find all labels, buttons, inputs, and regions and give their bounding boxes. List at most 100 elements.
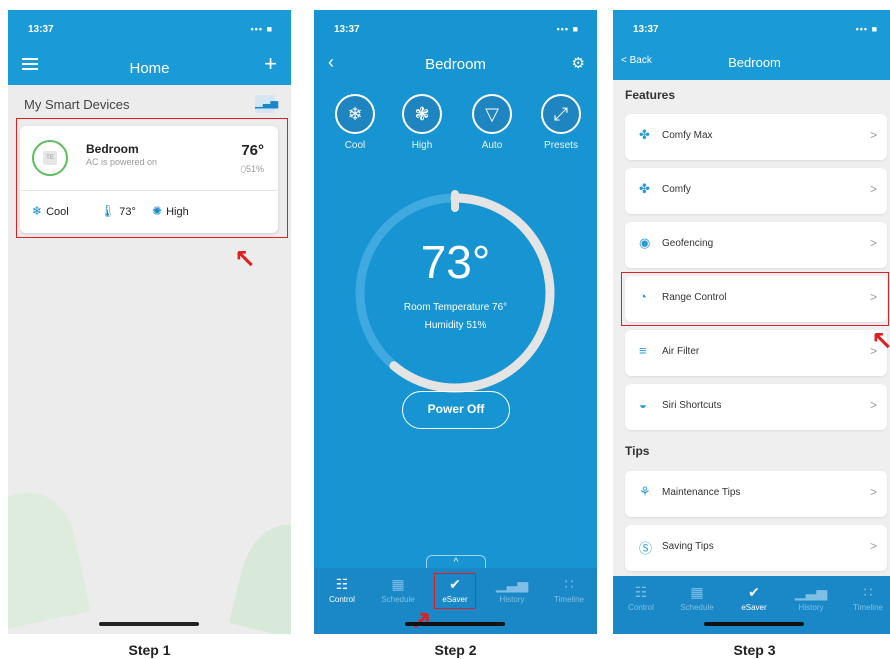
status-time: 13:37 [28,24,54,35]
add-device-button[interactable]: + [264,53,277,75]
chevron-right-icon: > [869,398,877,412]
page-title: Home [129,60,170,77]
step1-screen: 13:37 ••• ■ Home + My Smart Devices ▁▃▅ … [8,10,291,634]
tab-label: eSaver [741,603,767,612]
feature-label: Comfy [662,184,691,195]
tab-control[interactable]: ☷ Control [314,576,370,604]
leaf-decoration [228,515,291,634]
app-header: 13:37 ••• ■ ‹ Bedroom ⚙ [314,10,597,85]
tab-label: Schedule [381,595,415,604]
step2-screen: 13:37 ••• ■ ‹ Bedroom ⚙ ❄ Cool ❃ High ▽ … [314,10,597,634]
bar-chart-icon: ▁▃▅ [794,584,828,600]
tab-esaver[interactable]: ✔ eSaver [726,584,782,612]
mode-cool-button[interactable]: ❄ Cool [330,94,380,151]
tab-label: History [499,595,525,604]
temperature-dial[interactable] [350,188,560,398]
tip-label: Saving Tips [662,541,714,552]
dial-knob[interactable] [451,190,459,212]
section-title: My Smart Devices [24,97,130,112]
gear-icon[interactable]: ⚙ [572,54,585,72]
feature-air-filter[interactable]: ≡ Air Filter > [625,330,887,376]
tab-timeline[interactable]: ∷ Timeline [541,576,597,604]
wrench-icon: ⚘ [639,484,651,499]
presets-button[interactable]: ⤢ Presets [536,94,586,151]
timeline-icon: ∷ [863,584,873,600]
fan-icon: ✤ [639,127,650,142]
tab-label: Timeline [554,595,584,604]
chevron-right-icon: > [869,539,877,553]
mode-label: Cool [344,140,366,151]
tab-history[interactable]: ▁▃▅ History [484,576,540,604]
tip-maintenance[interactable]: ⚘ Maintenance Tips > [625,471,887,517]
snowflake-icon: ❄ [335,94,375,134]
tab-history[interactable]: ▁▃▅ History [783,584,839,612]
siri-icon: ◒ [639,397,647,412]
timeline-icon: ∷ [564,576,574,592]
mode-label: High [411,140,433,151]
feature-comfy[interactable]: ✤ Comfy > [625,168,887,214]
location-pin-icon: ◉ [639,235,651,250]
mode-label: Auto [481,140,503,151]
chevron-right-icon: > [869,236,877,250]
features-heading: Features [625,88,676,102]
tab-timeline[interactable]: ∷ Timeline [840,584,890,612]
setpoint-temperature: 73° [420,236,491,288]
page-title: Bedroom [425,56,486,73]
feature-label: Geofencing [662,238,714,249]
step-label: Step 3 [733,642,776,658]
highlight-box [16,118,288,238]
signal-battery-icon: ••• ■ [855,24,878,34]
bar-chart-icon: ▁▃▅ [495,576,529,592]
pointer-arrow: ↗ [410,606,432,634]
pointer-arrow: ↖ [234,244,256,274]
status-bar: 13:37 ••• ■ [8,10,291,46]
room-humidity: Humidity 51% [424,320,487,331]
presets-icon: ⤢ [541,94,581,134]
step-label: Step 2 [434,642,477,658]
feature-siri-shortcuts[interactable]: ◒ Siri Shortcuts > [625,384,887,430]
home-indicator [99,622,199,626]
tip-saving[interactable]: Ⓢ Saving Tips > [625,525,887,571]
mode-auto-button[interactable]: ▽ Auto [467,94,517,151]
fan-high-button[interactable]: ❃ High [397,94,447,151]
feature-comfy-max[interactable]: ✤ Comfy Max > [625,114,887,160]
bar-chart-icon[interactable]: ▁▃▅ [255,95,278,113]
step3-screen: 13:37 ••• ■ < Back Bedroom Features ✤ Co… [613,10,890,634]
air-filter-icon: ≡ [639,343,647,358]
chevron-right-icon: > [869,485,877,499]
feature-geofencing[interactable]: ◉ Geofencing > [625,222,887,268]
sliders-icon: ☷ [335,576,349,592]
power-off-button[interactable]: Power Off [402,391,510,429]
step-label: Step 1 [128,642,171,658]
tab-label: Control [628,603,654,612]
calendar-icon: ▦ [391,576,405,592]
signal-battery-icon: ••• ■ [556,24,579,34]
tips-heading: Tips [625,444,650,458]
calendar-icon: ▦ [690,584,704,600]
tab-label: Control [329,595,355,604]
highlight-box [434,573,476,609]
feature-label: Comfy Max [662,130,713,141]
sliders-icon: ☷ [634,584,648,600]
dial-progress [389,193,555,393]
savings-icon: Ⓢ [639,541,653,556]
tab-schedule[interactable]: ▦ Schedule [669,584,725,612]
chevron-up-icon[interactable]: ^ [426,555,486,569]
tab-schedule[interactable]: ▦ Schedule [370,576,426,604]
status-time: 13:37 [633,24,659,35]
fan-icon: ✤ [639,181,650,196]
feature-label: Siri Shortcuts [662,400,722,411]
room-temperature: Room Temperature 76° [403,302,508,313]
tab-label: Schedule [680,603,714,612]
home-indicator [704,622,804,626]
leaf-decoration [8,483,91,634]
tab-control[interactable]: ☷ Control [613,584,669,612]
tip-label: Maintenance Tips [662,487,741,498]
mode-label: Presets [544,140,578,151]
dial-track [355,193,555,393]
tab-label: Timeline [853,603,883,612]
signal-battery-icon: ••• ■ [250,24,273,34]
tab-label: History [798,603,824,612]
chevron-right-icon: > [869,182,877,196]
page-title: Bedroom [728,55,781,70]
